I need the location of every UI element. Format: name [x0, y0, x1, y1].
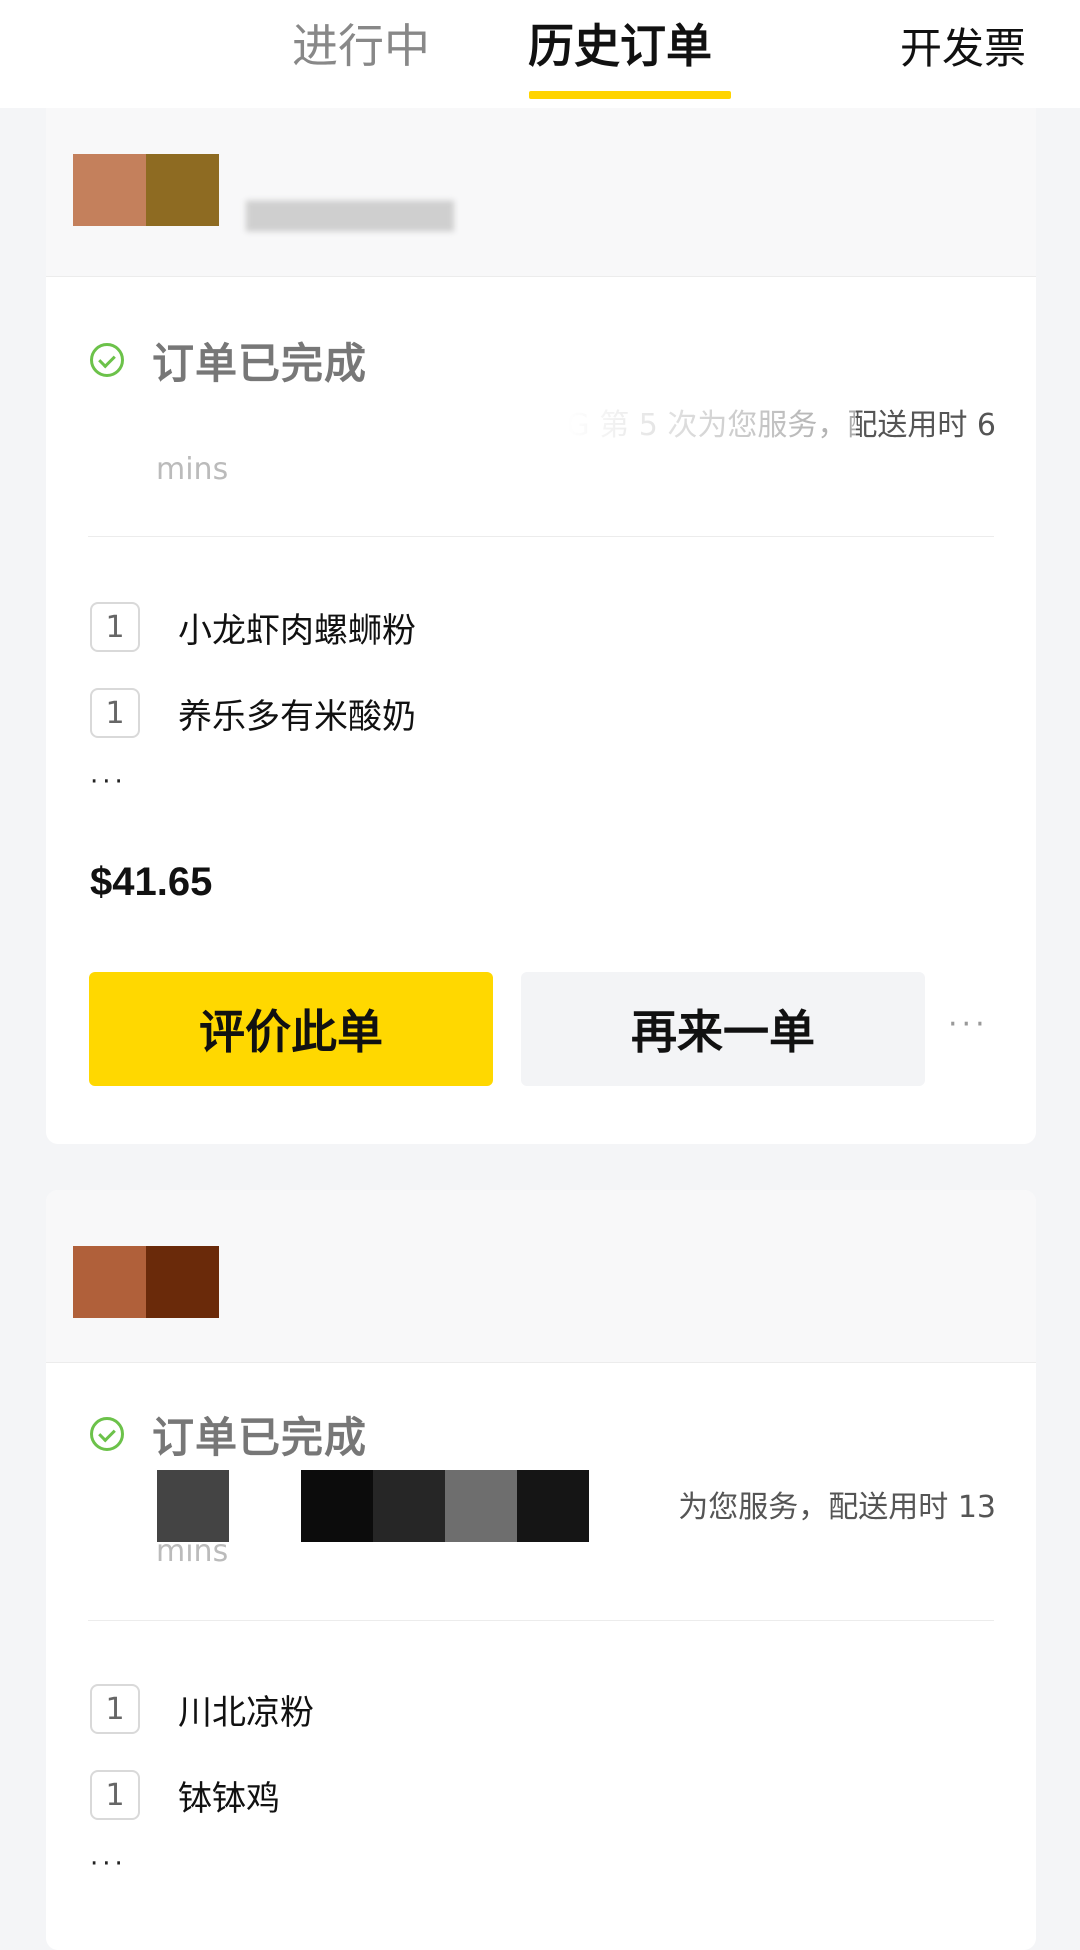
- list-item: 1 小龙虾肉螺蛳粉: [90, 602, 416, 652]
- check-circle-icon: [90, 343, 124, 377]
- delivery-info-line2: mins: [156, 452, 229, 487]
- order-card[interactable]: ▇▇▇▇▇▇▇▇▇ 订单已完成 HONG 第 5 次为您服务，配送用时 6 mi…: [46, 94, 1036, 1144]
- tab-history-orders[interactable]: 历史订单: [528, 14, 712, 78]
- order-card[interactable]: 订单已完成 为您服务，配送用时 13 mins 1 川北凉粉 1 钵钵鸡 ···: [46, 1190, 1036, 1950]
- divider: [88, 536, 994, 537]
- check-circle-icon: [90, 1417, 124, 1451]
- delivery-info: 为您服务，配送用时 13 mins: [156, 1470, 1026, 1574]
- item-name: 钵钵鸡: [178, 1778, 280, 1819]
- store-header[interactable]: ▇▇▇▇▇▇▇▇▇: [46, 94, 1036, 277]
- more-options-icon[interactable]: ···: [948, 1010, 998, 1040]
- list-item: 1 川北凉粉: [90, 1684, 314, 1734]
- order-status: 订单已完成: [90, 1404, 367, 1464]
- redaction-block: [445, 1470, 517, 1542]
- status-label: 订单已完成: [152, 1412, 368, 1462]
- item-quantity: 1: [90, 1770, 140, 1820]
- delivery-info-line1: 为您服务，配送用时 13: [678, 1490, 996, 1525]
- item-quantity: 1: [90, 602, 140, 652]
- delivery-info-line2: mins: [156, 1534, 229, 1569]
- store-logo: [73, 1246, 219, 1318]
- order-price: $41.65: [90, 860, 213, 904]
- divider: [88, 1620, 994, 1621]
- redaction-block: [157, 1470, 229, 1542]
- order-time-redacted: ▇▇▇▇▇▇▇▇▇: [246, 197, 454, 232]
- more-items-indicator: ···: [90, 767, 127, 797]
- order-status: 订单已完成: [90, 330, 367, 390]
- item-name: 川北凉粉: [178, 1692, 314, 1733]
- reorder-button[interactable]: 再来一单: [521, 972, 925, 1086]
- rate-order-button[interactable]: 评价此单: [89, 972, 493, 1086]
- tab-in-progress[interactable]: 进行中: [292, 14, 430, 78]
- status-label: 订单已完成: [152, 338, 368, 388]
- redaction-block: [301, 1470, 373, 1542]
- top-tab-bar: 进行中 历史订单 开发票: [0, 0, 1080, 108]
- delivery-info: HONG 第 5 次为您服务，配送用时 6 mins: [136, 404, 1026, 492]
- item-name: 小龙虾肉螺蛳粉: [178, 610, 416, 651]
- list-item: 1 钵钵鸡: [90, 1770, 280, 1820]
- store-logo: [73, 154, 219, 226]
- redaction-overlay: [136, 404, 856, 448]
- item-quantity: 1: [90, 1684, 140, 1734]
- invoice-link[interactable]: 开发票: [900, 20, 1026, 78]
- active-tab-indicator: [529, 91, 731, 99]
- item-name: 养乐多有米酸奶: [178, 696, 416, 737]
- redaction-block: [517, 1470, 589, 1542]
- more-items-indicator: ···: [90, 1849, 127, 1879]
- item-quantity: 1: [90, 688, 140, 738]
- list-item: 1 养乐多有米酸奶: [90, 688, 416, 738]
- redaction-block: [373, 1470, 445, 1542]
- store-header[interactable]: [46, 1190, 1036, 1363]
